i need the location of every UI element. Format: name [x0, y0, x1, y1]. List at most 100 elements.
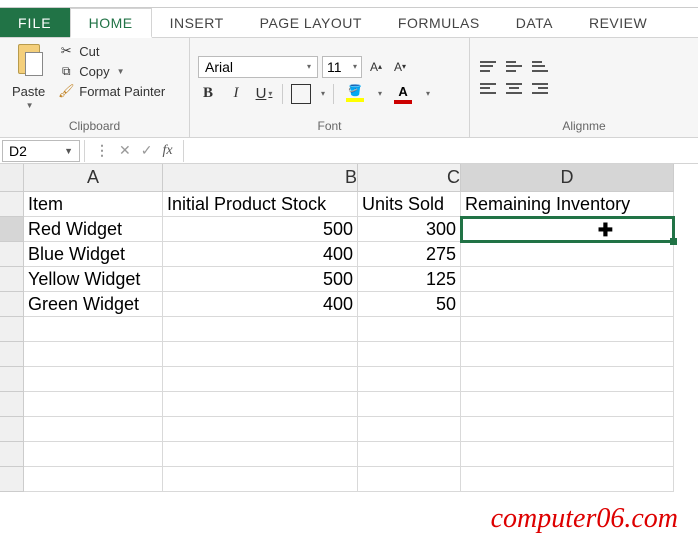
row-header[interactable] — [0, 292, 24, 317]
italic-button[interactable]: I — [226, 84, 246, 104]
insert-function-button[interactable]: fx — [162, 143, 172, 159]
cell[interactable] — [461, 242, 674, 267]
row-header[interactable] — [0, 442, 24, 467]
cell[interactable] — [24, 467, 163, 492]
cell[interactable]: Red Widget — [24, 217, 163, 242]
column-header-d[interactable]: D — [461, 164, 674, 192]
tab-review[interactable]: REVIEW — [571, 8, 665, 37]
cell[interactable] — [24, 317, 163, 342]
tab-page-layout[interactable]: PAGE LAYOUT — [242, 8, 380, 37]
enter-formula-button[interactable]: ✓ — [141, 142, 153, 159]
align-top-button[interactable] — [478, 58, 498, 76]
cell[interactable]: Item — [24, 192, 163, 217]
cell[interactable] — [461, 417, 674, 442]
borders-button[interactable] — [291, 84, 311, 104]
cell[interactable] — [461, 392, 674, 417]
tab-data[interactable]: DATA — [498, 8, 571, 37]
bold-button[interactable]: B — [198, 84, 218, 104]
align-left-button[interactable] — [478, 80, 498, 98]
tab-insert[interactable]: INSERT — [152, 8, 242, 37]
cell[interactable] — [358, 417, 461, 442]
chevron-down-icon[interactable]: ▾ — [321, 89, 325, 98]
row-header[interactable] — [0, 342, 24, 367]
tab-file[interactable]: FILE — [0, 8, 70, 37]
cell[interactable]: 125 — [358, 267, 461, 292]
row-header[interactable] — [0, 367, 24, 392]
cancel-formula-button[interactable]: ✕ — [119, 142, 131, 159]
cell[interactable]: Initial Product Stock — [163, 192, 358, 217]
column-header-a[interactable]: A — [24, 164, 163, 192]
cell[interactable] — [24, 442, 163, 467]
row-header[interactable] — [0, 392, 24, 417]
row-header[interactable] — [0, 192, 24, 217]
cell[interactable]: Yellow Widget — [24, 267, 163, 292]
cell[interactable] — [163, 392, 358, 417]
underline-button[interactable]: U▾ — [254, 84, 274, 104]
row-header[interactable] — [0, 217, 24, 242]
grow-font-button[interactable]: A▴ — [366, 56, 386, 78]
tab-formulas[interactable]: FORMULAS — [380, 8, 498, 37]
copy-button[interactable]: ⧉ Copy ▼ — [55, 62, 168, 80]
cell[interactable] — [461, 317, 674, 342]
cell[interactable] — [358, 467, 461, 492]
cell[interactable]: 400 — [163, 242, 358, 267]
formula-input[interactable] — [184, 140, 698, 162]
format-painter-button[interactable]: 🖌 Format Painter — [55, 82, 168, 100]
cell[interactable] — [461, 367, 674, 392]
formula-more-icon[interactable]: ⋮ — [95, 142, 109, 159]
cell[interactable]: 500 — [163, 267, 358, 292]
cell[interactable] — [358, 392, 461, 417]
cell[interactable]: Units Sold — [358, 192, 461, 217]
cell[interactable] — [461, 467, 674, 492]
row-header[interactable] — [0, 242, 24, 267]
cell[interactable] — [163, 467, 358, 492]
column-header-c[interactable]: C — [358, 164, 461, 192]
cell[interactable] — [24, 342, 163, 367]
cut-button[interactable]: ✂ Cut — [55, 42, 168, 60]
cell[interactable] — [163, 317, 358, 342]
row-header[interactable] — [0, 417, 24, 442]
cell[interactable] — [163, 417, 358, 442]
cell[interactable] — [461, 292, 674, 317]
font-color-button[interactable]: A — [390, 84, 416, 104]
cell[interactable] — [358, 342, 461, 367]
cell[interactable]: 400 — [163, 292, 358, 317]
fill-color-button[interactable]: 🪣 — [342, 84, 368, 104]
align-right-button[interactable] — [530, 80, 550, 98]
name-box[interactable]: D2 ▼ — [2, 140, 80, 162]
column-header-b[interactable]: B — [163, 164, 358, 192]
cell[interactable] — [461, 442, 674, 467]
row-header[interactable] — [0, 317, 24, 342]
cell[interactable]: 275 — [358, 242, 461, 267]
cell[interactable]: 300 — [358, 217, 461, 242]
cell[interactable] — [163, 342, 358, 367]
cell[interactable]: 50 — [358, 292, 461, 317]
font-name-select[interactable]: Arial ▾ — [198, 56, 318, 78]
chevron-down-icon[interactable]: ▾ — [378, 89, 382, 98]
cell[interactable] — [358, 367, 461, 392]
cell[interactable]: Blue Widget — [24, 242, 163, 267]
paste-button[interactable]: Paste ▼ — [8, 42, 49, 112]
align-bottom-button[interactable] — [530, 58, 550, 76]
tab-home[interactable]: HOME — [70, 8, 152, 38]
font-size-select[interactable]: 11 ▾ — [322, 56, 362, 78]
cell[interactable] — [24, 392, 163, 417]
cell[interactable]: 500 — [163, 217, 358, 242]
cell[interactable] — [163, 367, 358, 392]
cell[interactable] — [24, 367, 163, 392]
cell[interactable]: Green Widget — [24, 292, 163, 317]
cell[interactable]: Remaining Inventory — [461, 192, 674, 217]
chevron-down-icon[interactable]: ▾ — [426, 89, 430, 98]
row-header[interactable] — [0, 467, 24, 492]
cell[interactable] — [358, 442, 461, 467]
cell[interactable] — [24, 417, 163, 442]
align-center-button[interactable] — [504, 80, 524, 98]
select-all-corner[interactable] — [0, 164, 24, 192]
cell-d2-selected[interactable]: ✚ — [461, 217, 674, 242]
cell[interactable] — [461, 267, 674, 292]
cell[interactable] — [163, 442, 358, 467]
shrink-font-button[interactable]: A▾ — [390, 56, 410, 78]
cell[interactable] — [461, 342, 674, 367]
row-header[interactable] — [0, 267, 24, 292]
align-middle-button[interactable] — [504, 58, 524, 76]
